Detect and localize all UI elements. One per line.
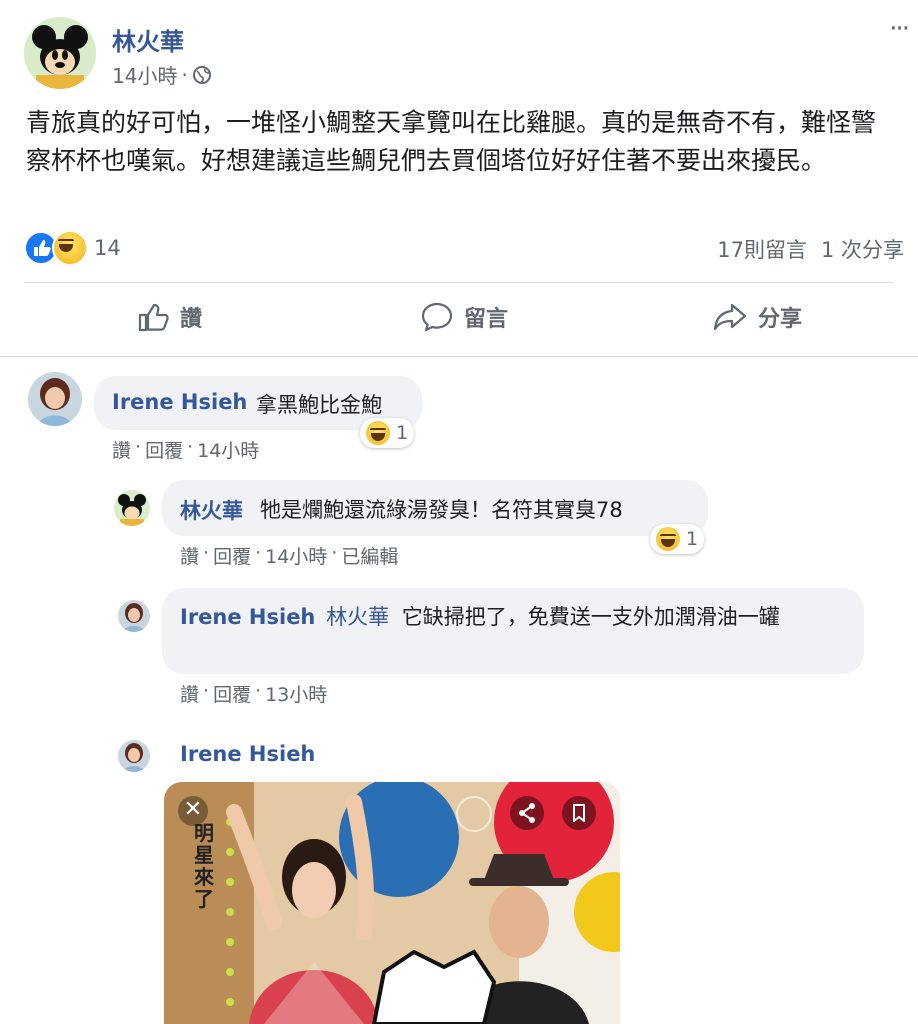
reply-time[interactable]: 14小時 bbox=[265, 542, 327, 569]
reply-author[interactable]: Irene Hsieh bbox=[180, 605, 315, 629]
meta-separator: · bbox=[203, 680, 210, 702]
reaction-count: 14 bbox=[94, 236, 121, 260]
profile-photo-icon bbox=[28, 372, 82, 426]
mention-link[interactable]: 林火華 bbox=[326, 605, 389, 629]
profile-photo-icon bbox=[118, 740, 150, 772]
more-options-button[interactable]: ··· bbox=[889, 14, 910, 44]
post-time[interactable]: 14小時 bbox=[112, 60, 177, 89]
reply-time[interactable]: 13小時 bbox=[265, 680, 327, 707]
gif-image bbox=[164, 782, 620, 1024]
share-button[interactable]: 分享 bbox=[712, 300, 802, 334]
reply-reaction-count: 1 bbox=[686, 528, 699, 550]
comment-actions: 讚 · 回覆 · 14小時 bbox=[112, 436, 259, 463]
reply-author[interactable]: 林火華 bbox=[180, 495, 243, 525]
haha-reaction-icon bbox=[52, 230, 88, 266]
meta-separator: · bbox=[187, 436, 194, 458]
thumbs-up-icon bbox=[138, 303, 169, 332]
profile-photo-icon bbox=[118, 600, 150, 632]
like-button[interactable]: 讚 bbox=[136, 300, 202, 334]
comments-count[interactable]: 17則留言 bbox=[717, 234, 807, 264]
meta-separator: · bbox=[181, 62, 188, 87]
comment-reply-link[interactable]: 回覆 bbox=[145, 436, 183, 463]
share-arrow-icon bbox=[713, 303, 747, 331]
globe-icon[interactable] bbox=[192, 65, 212, 85]
comment-time[interactable]: 14小時 bbox=[197, 436, 259, 463]
comment-text: 拿黑鮑比金鮑 bbox=[256, 393, 382, 417]
mickey-avatar-icon bbox=[24, 17, 96, 89]
replier-avatar[interactable] bbox=[114, 490, 150, 526]
mickey-avatar-icon bbox=[114, 490, 150, 526]
reply-actions: 讚 · 回覆 · 14小時 · 已編輯 bbox=[180, 542, 398, 569]
edited-label[interactable]: 已編輯 bbox=[341, 542, 398, 569]
reply-like-link[interactable]: 讚 bbox=[180, 542, 199, 569]
divider bbox=[24, 282, 894, 283]
haha-reaction-icon bbox=[656, 527, 680, 551]
reply-reaction-chip[interactable]: 1 bbox=[650, 524, 705, 554]
reply-image[interactable]: 明星來了 ✕ bbox=[164, 782, 620, 1024]
close-icon[interactable]: ✕ bbox=[178, 796, 208, 826]
share-label: 分享 bbox=[758, 307, 803, 332]
reply-bubble: Irene Hsieh 林火華 它缺掃把了，免費送一支外加潤滑油一罐 bbox=[162, 588, 864, 674]
meta-separator: · bbox=[135, 436, 142, 458]
reply-reply-link[interactable]: 回覆 bbox=[213, 680, 251, 707]
meta-separator: · bbox=[255, 542, 262, 564]
replier-avatar[interactable] bbox=[118, 740, 150, 772]
post-author-name[interactable]: 林火華 bbox=[112, 22, 184, 57]
reaction-summary[interactable]: 14 bbox=[24, 230, 121, 266]
lens-icon[interactable] bbox=[456, 796, 492, 832]
speech-bubble-icon bbox=[421, 302, 453, 332]
commenter-avatar[interactable] bbox=[28, 372, 82, 426]
share-icon[interactable] bbox=[510, 796, 544, 830]
comment-share-counts: 17則留言 1 次分享 bbox=[717, 234, 904, 264]
comment-reaction-chip[interactable]: 1 bbox=[360, 418, 415, 448]
bookmark-icon[interactable] bbox=[562, 796, 596, 830]
author-avatar[interactable] bbox=[24, 17, 96, 89]
comment-reaction-count: 1 bbox=[396, 422, 409, 444]
reply-actions: 讚 · 回覆 · 13小時 bbox=[180, 680, 327, 707]
meta-separator: · bbox=[203, 542, 210, 564]
section-divider bbox=[0, 356, 918, 357]
like-label: 讚 bbox=[180, 307, 203, 332]
reply-text: 牠是爛鮑還流綠湯發臭！名符其實臭78 bbox=[260, 498, 623, 522]
meta-separator: · bbox=[331, 542, 338, 564]
reply-author[interactable]: Irene Hsieh bbox=[180, 742, 315, 766]
reply-reply-link[interactable]: 回覆 bbox=[213, 542, 251, 569]
image-caption: 明星來了 bbox=[194, 821, 214, 911]
comment-like-link[interactable]: 讚 bbox=[112, 436, 131, 463]
comment-author[interactable]: Irene Hsieh bbox=[112, 390, 247, 414]
haha-reaction-icon bbox=[366, 421, 390, 445]
meta-separator: · bbox=[255, 680, 262, 702]
replier-avatar[interactable] bbox=[118, 600, 150, 632]
post-body: 青旅真的好可怕，一堆怪小鯛整天拿覽叫在比雞腿。真的是無奇不有，難怪警察杯杯也嘆氣… bbox=[26, 108, 877, 175]
shares-count[interactable]: 1 次分享 bbox=[821, 234, 904, 264]
post-meta: 14小時 · bbox=[112, 60, 212, 89]
reply-like-link[interactable]: 讚 bbox=[180, 680, 199, 707]
reply-content: Irene Hsieh 林火華 它缺掃把了，免費送一支外加潤滑油一罐 bbox=[180, 602, 846, 632]
comment-label: 留言 bbox=[464, 307, 509, 332]
reply-bubble: 林火華 牠是爛鮑還流綠湯發臭！名符其實臭78 bbox=[162, 480, 708, 536]
comment-button[interactable]: 留言 bbox=[420, 300, 508, 334]
reply-text: 它缺掃把了，免費送一支外加潤滑油一罐 bbox=[401, 605, 780, 629]
